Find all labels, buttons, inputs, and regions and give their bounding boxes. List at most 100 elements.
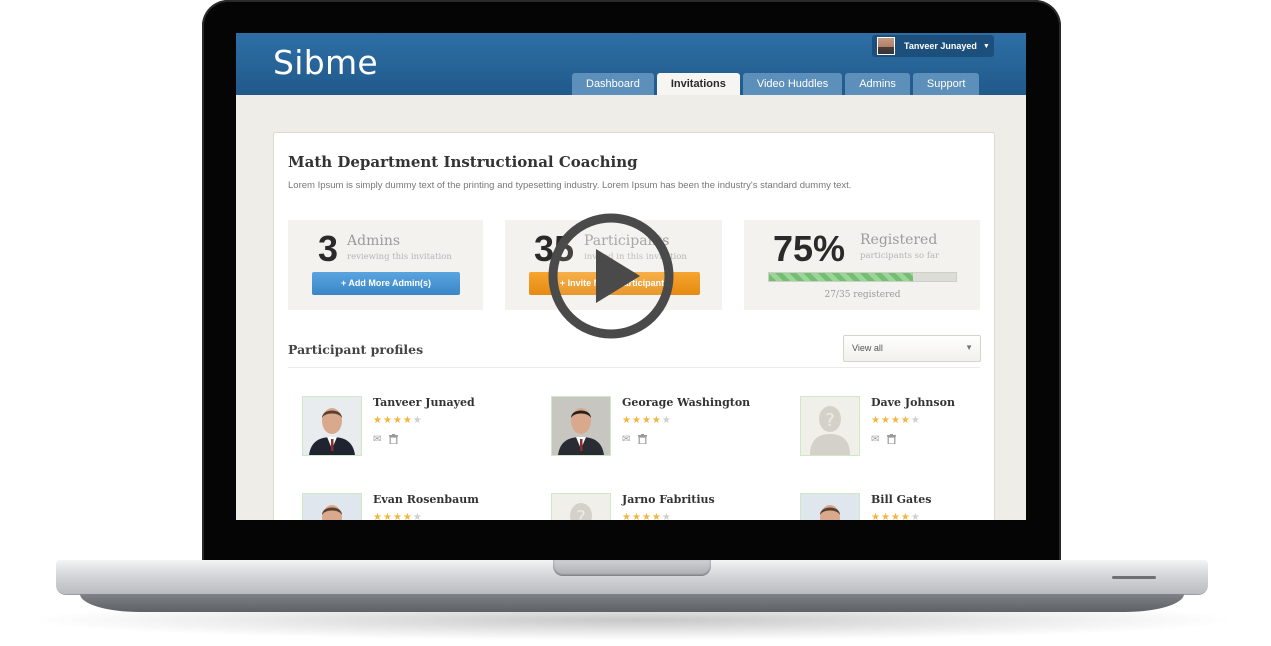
star-icon: ★: [910, 512, 921, 520]
profile-actions: ✉: [373, 434, 399, 447]
participant-name[interactable]: Jarno Fabritius: [622, 493, 715, 506]
star-icon: ★: [622, 415, 632, 426]
list-item[interactable]: Evan Rosenbaum★★★★★✉: [302, 493, 532, 520]
list-item[interactable]: Georage Washington ★★★★★ ✉: [551, 396, 781, 466]
admins-sub: reviewing this invitation: [347, 252, 452, 262]
profiles-filter-value: View all: [852, 343, 883, 353]
mail-icon[interactable]: ✉: [871, 434, 879, 447]
registered-stat-box: 75% Registered participants so far 27/35…: [744, 220, 980, 310]
avatar[interactable]: [551, 396, 611, 456]
star-icon: ★: [382, 512, 393, 520]
avatar[interactable]: [302, 493, 362, 520]
laptop-base-bottom: [80, 594, 1184, 612]
star-icon: ★: [373, 512, 383, 520]
participant-name[interactable]: Dave Johnson: [871, 396, 955, 409]
star-icon: ★: [631, 512, 642, 520]
list-item[interactable]: ?Jarno Fabritius★★★★★✉: [551, 493, 781, 520]
star-icon: ★: [412, 512, 423, 520]
star-icon: ★: [880, 512, 891, 520]
star-icon: ★: [661, 512, 672, 520]
participant-name[interactable]: Georage Washington: [622, 396, 750, 409]
star-icon: ★: [880, 415, 891, 426]
avatar[interactable]: ?: [551, 493, 611, 520]
profile-actions: ✉: [871, 434, 897, 447]
mail-icon[interactable]: ✉: [622, 434, 630, 447]
registration-progress-bar: [768, 272, 957, 282]
star-icon: ★: [871, 415, 881, 426]
star-icon: ★: [392, 415, 403, 426]
rating-stars: ★★★★★: [871, 415, 921, 426]
admins-count: 3: [318, 228, 339, 269]
registered-sub: participants so far: [860, 251, 940, 261]
star-icon: ★: [641, 415, 652, 426]
list-item[interactable]: Tanveer Junayed ★★★★★ ✉: [302, 396, 532, 466]
star-icon: ★: [402, 415, 413, 426]
profiles-filter-select[interactable]: View all ▼: [843, 335, 981, 362]
star-icon: ★: [641, 512, 652, 520]
laptop-indicator-light: [1112, 576, 1156, 579]
svg-text:?: ?: [576, 507, 586, 520]
mail-icon[interactable]: ✉: [373, 434, 381, 447]
avatar[interactable]: [302, 396, 362, 456]
user-name: Tanveer Junayed: [904, 41, 977, 51]
tab-support[interactable]: Support: [912, 73, 980, 95]
list-item[interactable]: ? Dave Johnson ★★★★★ ✉: [800, 396, 1026, 466]
svg-text:?: ?: [825, 410, 835, 431]
star-icon: ★: [661, 415, 672, 426]
star-icon: ★: [890, 512, 901, 520]
invitation-title: Math Department Instructional Coaching: [288, 153, 638, 171]
star-icon: ★: [651, 512, 662, 520]
registered-label: Registered: [860, 232, 938, 248]
participant-name[interactable]: Evan Rosenbaum: [373, 493, 479, 506]
participant-profiles-heading: Participant profiles: [288, 342, 424, 357]
star-icon: ★: [890, 415, 901, 426]
star-icon: ★: [871, 512, 881, 520]
star-icon: ★: [651, 415, 662, 426]
laptop-screen: Sibme Tanveer Junayed ▼ Dashboard Invita…: [236, 33, 1026, 520]
rating-stars: ★★★★★: [622, 512, 672, 520]
profile-actions: ✉: [622, 434, 648, 447]
chevron-down-icon: ▼: [982, 42, 990, 50]
user-avatar: [877, 37, 895, 55]
star-icon: ★: [373, 415, 383, 426]
user-menu[interactable]: Tanveer Junayed ▼: [872, 35, 994, 57]
main-nav-tabs: Dashboard Invitations Video Huddles Admi…: [572, 73, 982, 95]
star-icon: ★: [622, 512, 632, 520]
registration-progress-fill: [769, 273, 913, 281]
tab-invitations[interactable]: Invitations: [656, 73, 740, 95]
trash-icon[interactable]: [638, 434, 648, 447]
chevron-down-icon: ▼: [965, 343, 973, 352]
registered-count: 27/35 registered: [824, 290, 901, 300]
app-logo[interactable]: Sibme: [273, 43, 378, 82]
rating-stars: ★★★★★: [622, 415, 672, 426]
invitation-description: Lorem Ipsum is simply dummy text of the …: [288, 180, 852, 191]
section-divider: [288, 367, 980, 368]
rating-stars: ★★★★★: [373, 512, 423, 520]
trash-icon[interactable]: [887, 434, 897, 447]
registered-percent: 75%: [773, 228, 846, 269]
star-icon: ★: [900, 415, 911, 426]
avatar[interactable]: ?: [800, 396, 860, 456]
star-icon: ★: [910, 415, 921, 426]
rating-stars: ★★★★★: [373, 415, 423, 426]
play-icon[interactable]: [546, 211, 676, 341]
tab-admins[interactable]: Admins: [845, 73, 910, 95]
avatar[interactable]: [800, 493, 860, 520]
star-icon: ★: [412, 415, 423, 426]
tab-dashboard[interactable]: Dashboard: [572, 73, 654, 95]
star-icon: ★: [900, 512, 911, 520]
list-item[interactable]: Bill Gates★★★★★✉: [800, 493, 1026, 520]
admins-label: Admins: [347, 233, 401, 249]
admins-stat-box: 3 Admins reviewing this invitation + Add…: [288, 220, 483, 310]
tab-video-huddles[interactable]: Video Huddles: [742, 73, 843, 95]
laptop-hinge-notch: [553, 560, 711, 576]
star-icon: ★: [402, 512, 413, 520]
add-admin-button[interactable]: + Add More Admin(s): [312, 272, 460, 295]
participant-name[interactable]: Tanveer Junayed: [373, 396, 475, 409]
star-icon: ★: [382, 415, 393, 426]
participant-name[interactable]: Bill Gates: [871, 493, 931, 506]
trash-icon[interactable]: [389, 434, 399, 447]
app-header: Sibme Tanveer Junayed ▼ Dashboard Invita…: [236, 33, 1026, 95]
rating-stars: ★★★★★: [871, 512, 921, 520]
star-icon: ★: [631, 415, 642, 426]
